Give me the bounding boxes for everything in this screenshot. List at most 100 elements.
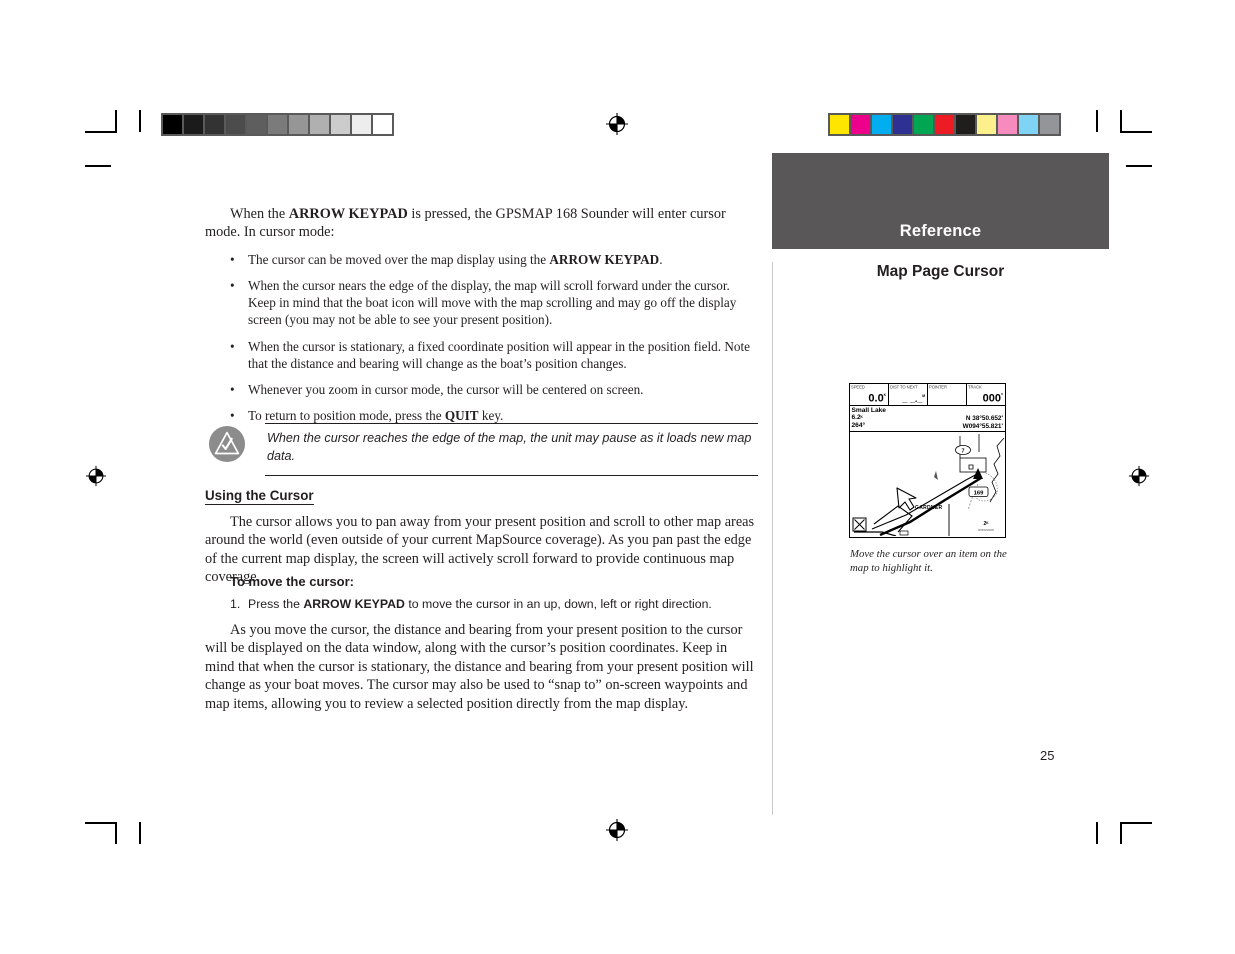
paragraph-block-2: As you move the cursor, the distance and… [205, 621, 758, 713]
crop-mark-bottom-right-vertical [1120, 822, 1122, 844]
gps-cursor-latitude: N 38°50.652' [965, 415, 1003, 422]
bullet-marker: • [230, 338, 235, 354]
gps-map-canvas: 7 169 GARDNER 2ᴷ overzoom [850, 432, 1005, 536]
paragraph-2: As you move the cursor, the distance and… [205, 622, 754, 712]
cursor-mode-bullet-item: • When the cursor nears the edge of the d… [205, 277, 758, 329]
note-warning-icon [208, 425, 246, 463]
gps-shield-7-label: 7 [962, 448, 965, 454]
gps-field-track: TRACK 000° [967, 384, 1005, 405]
gps-field-speed: SPEED 0.0ᴷ [850, 384, 889, 405]
crop-mark-top-right-horizontal [1120, 131, 1152, 133]
procedure-step: 1. Press the ARROW KEYPAD to move the cur… [205, 596, 758, 612]
crop-mark-top-right-tick [1126, 165, 1152, 167]
gps-cursor-bearing: 264° [851, 421, 866, 429]
grayscale-swatch [205, 115, 224, 134]
gps-cursor-info-left: Small Lake 6.2ᴷ 264° [852, 407, 886, 430]
cursor-mode-bullet-list: • The cursor can be moved over the map di… [205, 251, 758, 425]
color-swatch [977, 115, 996, 134]
color-swatch [872, 115, 891, 134]
note-callout: When the cursor reaches the edge of the … [205, 423, 758, 479]
grayscale-swatch [310, 115, 329, 134]
gps-field-dist-to-next-label: DIST TO NEXT [890, 384, 918, 390]
registration-target-icon-left [85, 465, 107, 487]
bullet-text: To return to position mode, press the [248, 408, 445, 424]
crop-mark-bottom-left-bleed [139, 822, 141, 844]
color-swatch [851, 115, 870, 134]
bullet-marker: • [230, 408, 235, 424]
registration-target-icon-top [606, 113, 628, 135]
crop-mark-top-right-vertical [1120, 110, 1122, 132]
sidebar-divider-rule [772, 262, 773, 815]
crop-mark-top-left-bleed [139, 110, 141, 132]
crop-mark-bottom-left-vertical [115, 822, 117, 844]
crop-mark-bottom-left-horizontal [85, 822, 117, 824]
crop-mark-top-left-tick [85, 165, 111, 167]
step-bold-term: ARROW KEYPAD [303, 597, 405, 611]
color-swatch [914, 115, 933, 134]
gps-map-name: Small Lake [851, 406, 886, 414]
bullet-text: Whenever you zoom in cursor mode, the cu… [248, 382, 644, 398]
gps-field-track-value: 000° [982, 393, 1003, 405]
page-title: Map Page Cursor [876, 263, 1005, 280]
color-swatch [956, 115, 975, 134]
grayscale-swatch [163, 115, 182, 134]
gps-cursor-info-bar: Small Lake 6.2ᴷ 264° N 38°50.652' W094°5… [850, 406, 1005, 432]
procedure-block: To move the cursor: 1. Press the ARROW KE… [205, 574, 758, 612]
gps-field-pointer: POINTER [928, 384, 967, 405]
step-text: Press the [248, 597, 304, 611]
gps-scale-label: 2ᴷ [983, 521, 989, 527]
crop-mark-bottom-right-horizontal [1120, 822, 1152, 824]
step-number: 1. [230, 597, 241, 611]
gps-cursor-coordinates: N 38°50.652' W094°55.821' [963, 415, 1003, 430]
gps-shield-169-label: 169 [974, 490, 984, 496]
procedure-title: To move the cursor: [230, 574, 355, 589]
gps-data-field-bar: SPEED 0.0ᴷ DIST TO NEXT _ _._ᴹ POINTER T… [850, 384, 1005, 406]
gps-field-pointer-label: POINTER [929, 384, 947, 390]
grayscale-swatch [268, 115, 287, 134]
bullet-text: The cursor can be moved over the map dis… [248, 251, 550, 267]
intro-bold-arrow-keypad: ARROW KEYPAD [288, 206, 408, 222]
color-calibration-bar [828, 113, 1061, 136]
bullet-marker: • [230, 251, 235, 267]
bullet-text-tail: key. [478, 408, 504, 424]
gps-field-dist-to-next-value: _ _._ᴹ [902, 394, 925, 404]
main-text-column: When the ARROW KEYPAD is pressed, the GP… [205, 205, 758, 433]
color-swatch [935, 115, 954, 134]
bullet-marker: • [230, 382, 235, 398]
cursor-mode-bullet-item: • The cursor can be moved over the map di… [205, 251, 758, 268]
grayscale-swatch [226, 115, 245, 134]
registration-target-icon-bottom [606, 819, 628, 841]
color-swatch [998, 115, 1017, 134]
grayscale-calibration-bar [161, 113, 394, 136]
bullet-text: When the cursor is stationary, a fixed c… [248, 338, 750, 371]
note-rule-bottom [265, 475, 758, 476]
cursor-mode-bullet-item: • Whenever you zoom in cursor mode, the c… [205, 381, 758, 398]
gps-map-page-screenshot: SPEED 0.0ᴷ DIST TO NEXT _ _._ᴹ POINTER T… [849, 383, 1006, 538]
bullet-marker: • [230, 278, 235, 294]
reference-header-label: Reference [899, 222, 982, 240]
procedure-step-list: 1. Press the ARROW KEYPAD to move the cur… [205, 596, 758, 612]
gps-cursor-distance: 6.2ᴷ [851, 414, 863, 422]
grayscale-swatch [247, 115, 266, 134]
grayscale-swatch [331, 115, 350, 134]
crop-mark-bottom-right-bleed [1096, 822, 1098, 844]
gps-field-dist-to-next: DIST TO NEXT _ _._ᴹ [889, 384, 928, 405]
page-number: 25 [1040, 748, 1055, 763]
gps-road-name-label: GARDNER [915, 505, 942, 511]
note-text: When the cursor reaches the edge of the … [267, 431, 752, 463]
color-swatch [893, 115, 912, 134]
section-heading-using-the-cursor: Using the Cursor [205, 488, 314, 505]
crop-mark-top-left-vertical [115, 110, 117, 132]
gps-field-speed-value: 0.0ᴷ [868, 393, 886, 405]
grayscale-swatch [184, 115, 203, 134]
color-swatch [1040, 115, 1059, 134]
gps-overzoom-label: overzoom [978, 528, 994, 532]
grayscale-swatch [289, 115, 308, 134]
bullet-bold-term: QUIT [444, 408, 479, 424]
color-swatch [1019, 115, 1038, 134]
cursor-mode-bullet-item: • When the cursor is stationary, a fixed … [205, 338, 758, 372]
grayscale-swatch [373, 115, 392, 134]
crop-mark-top-left-horizontal [85, 131, 117, 133]
gps-field-speed-label: SPEED [851, 384, 865, 390]
figure-caption: Move the cursor over an item on the map … [850, 548, 1007, 574]
